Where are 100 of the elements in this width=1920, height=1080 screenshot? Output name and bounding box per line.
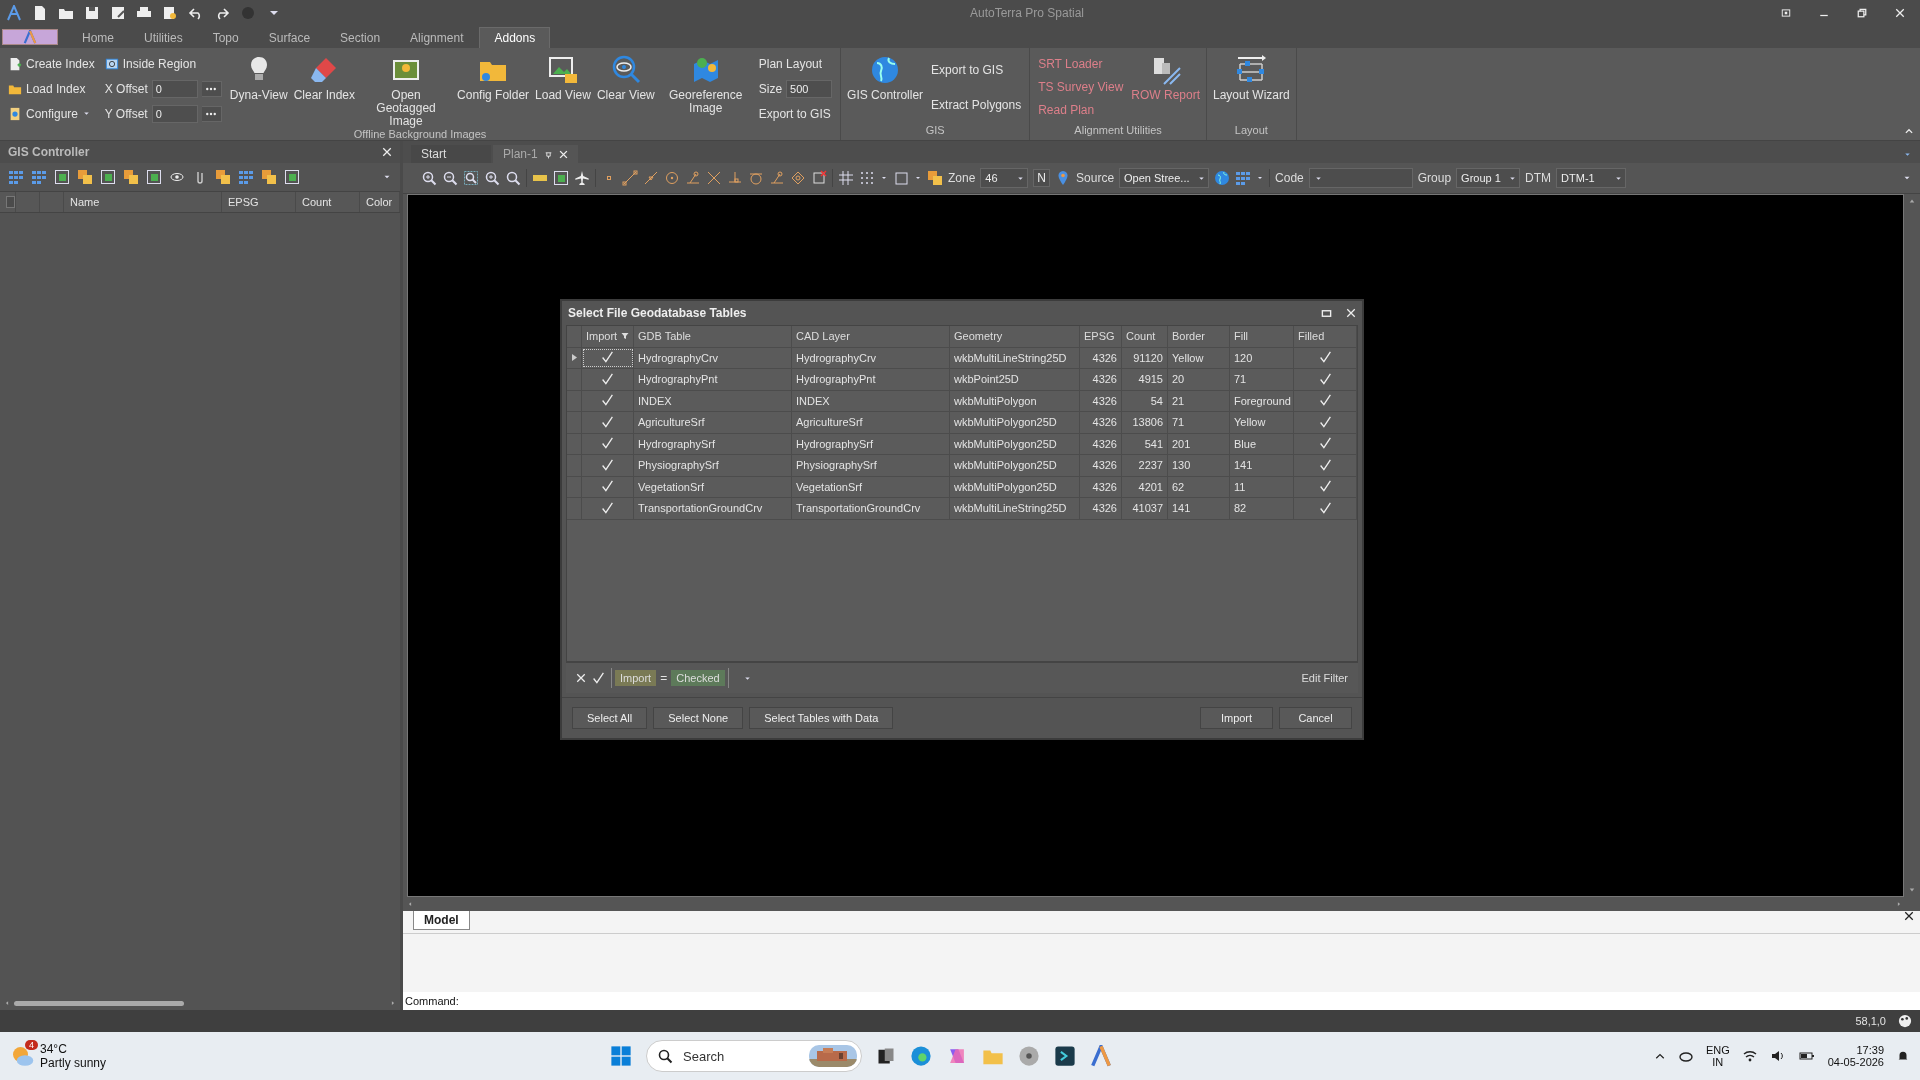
grid-icon[interactable] xyxy=(838,170,854,186)
save-icon[interactable] xyxy=(84,5,100,21)
check-icon[interactable] xyxy=(1318,458,1332,472)
scroll-right-icon[interactable] xyxy=(390,999,396,1007)
search-input[interactable]: Search xyxy=(681,1047,801,1065)
snap-center-icon[interactable] xyxy=(664,170,680,186)
ribbon-button[interactable]: Plan Layout xyxy=(758,55,833,74)
column-header[interactable]: Geometry xyxy=(950,326,1080,347)
caret-icon[interactable] xyxy=(1256,174,1265,182)
print-preview-icon[interactable] xyxy=(162,5,178,21)
language-indicator[interactable]: ENG xyxy=(1705,1044,1730,1056)
frame-icon[interactable] xyxy=(893,170,909,186)
grid-icon[interactable] xyxy=(1235,170,1252,186)
pin-icon[interactable] xyxy=(543,149,553,159)
snap-perpendicular-icon[interactable] xyxy=(727,170,743,186)
ribbon-button[interactable]: Georeference Image xyxy=(660,50,751,128)
header-checkbox[interactable] xyxy=(6,196,15,208)
layers-icon[interactable] xyxy=(215,169,231,185)
check-icon[interactable] xyxy=(1318,437,1332,451)
check-icon[interactable] xyxy=(1318,372,1332,386)
ribbon-button[interactable]: Inside Region xyxy=(104,55,222,74)
disk-icon[interactable] xyxy=(1018,1045,1040,1067)
volume-icon[interactable] xyxy=(1769,1048,1786,1064)
dropdown[interactable]: DTM-1 xyxy=(1556,168,1627,188)
snap-line-icon[interactable] xyxy=(685,170,701,186)
check-icon[interactable] xyxy=(601,394,614,408)
ribbon-button[interactable]: Extract Polygons xyxy=(931,95,1022,114)
shapes-icon[interactable] xyxy=(238,169,254,185)
image-frame-icon[interactable] xyxy=(553,170,569,186)
scroll-down-icon[interactable] xyxy=(1908,887,1916,893)
column-header[interactable]: EPSG xyxy=(222,192,296,212)
more-button[interactable] xyxy=(201,81,222,97)
ribbon-button[interactable]: Open Geotagged Image xyxy=(361,50,452,128)
snap-quadrant-icon[interactable] xyxy=(790,170,806,186)
scroll-left-icon[interactable] xyxy=(4,999,10,1007)
edit-filter-link[interactable]: Edit Filter xyxy=(1301,672,1348,684)
dropdown[interactable]: Group 1 xyxy=(1456,168,1521,188)
check-icon[interactable] xyxy=(601,501,614,515)
north-button[interactable]: N xyxy=(1033,169,1051,187)
ribbon-tab[interactable]: Home xyxy=(68,28,128,48)
check-icon[interactable] xyxy=(601,372,614,386)
check-icon[interactable] xyxy=(1318,415,1332,429)
document-tab[interactable]: Start xyxy=(411,145,491,163)
frame-icon[interactable] xyxy=(146,169,162,185)
search-field[interactable]: Search xyxy=(646,1040,862,1072)
dialog-button[interactable]: Import xyxy=(1200,707,1273,729)
app-logo-icon[interactable] xyxy=(6,5,22,21)
check-icon[interactable] xyxy=(1318,351,1332,365)
app-logo-icon[interactable] xyxy=(1090,1045,1112,1067)
airplane-icon[interactable] xyxy=(574,170,590,186)
scroll-left-icon[interactable] xyxy=(407,900,413,908)
snap-intersection-icon[interactable] xyxy=(706,170,722,186)
dropdown[interactable]: Open Stree... xyxy=(1119,168,1210,188)
filter-icon[interactable] xyxy=(621,332,630,341)
palette-icon[interactable] xyxy=(1898,1014,1912,1028)
clear-filter-icon[interactable] xyxy=(576,673,586,683)
dot-grid-icon[interactable] xyxy=(859,170,875,186)
ribbon-button[interactable]: Clear View xyxy=(596,50,655,128)
column-header[interactable]: Count xyxy=(296,192,360,212)
collapse-icon[interactable] xyxy=(1904,126,1914,136)
ribbon-button[interactable]: Load Index xyxy=(8,80,95,98)
caret-icon[interactable] xyxy=(914,174,922,182)
region-indicator[interactable]: IN xyxy=(1712,1056,1724,1068)
column-header[interactable]: Fill xyxy=(1230,326,1294,347)
ribbon-button[interactable]: Clear Index xyxy=(293,50,356,128)
terminal-icon[interactable] xyxy=(1054,1045,1076,1067)
scrollbar-thumb[interactable] xyxy=(14,1000,184,1006)
snap-node-icon[interactable] xyxy=(769,170,785,186)
grid-remove-icon[interactable] xyxy=(31,169,47,185)
grid-add-icon[interactable] xyxy=(8,169,24,185)
clock-date[interactable]: 04-05-2026 xyxy=(1827,1056,1884,1068)
dialog-button[interactable]: Select Tables with Data xyxy=(749,707,894,729)
wifi-icon[interactable] xyxy=(1741,1048,1758,1064)
notification-icon[interactable] xyxy=(1896,1049,1910,1063)
document-tab[interactable]: Plan-1 xyxy=(493,145,578,163)
shapes-icon[interactable] xyxy=(284,169,300,185)
layers-icon[interactable] xyxy=(123,169,139,185)
zoom-out-icon[interactable] xyxy=(442,170,458,186)
ribbon-button[interactable]: Configure xyxy=(8,104,95,123)
scroll-up-icon[interactable] xyxy=(1908,198,1916,204)
column-header[interactable]: EPSG xyxy=(1080,326,1122,347)
scroll-right-icon[interactable] xyxy=(1896,900,1902,908)
ribbon-button[interactable]: Export to GIS xyxy=(758,104,833,123)
snap-endpoint-icon[interactable] xyxy=(622,170,638,186)
zoom-window-icon[interactable] xyxy=(463,170,479,186)
ribbon-tab[interactable]: Section xyxy=(326,28,395,48)
ribbon-button[interactable]: Config Folder xyxy=(457,50,530,128)
ribbon-tab[interactable]: Addons xyxy=(479,27,551,48)
weather-icon[interactable] xyxy=(10,1044,34,1068)
browser-icon[interactable] xyxy=(910,1045,932,1067)
column-header[interactable]: Border xyxy=(1168,326,1230,347)
check-icon[interactable] xyxy=(601,437,614,451)
ribbon-tab[interactable]: Alignment xyxy=(396,28,478,48)
column-header[interactable]: Filled xyxy=(1294,326,1357,347)
snap-off-icon[interactable] xyxy=(811,170,827,186)
column-header[interactable]: GDB Table xyxy=(634,326,792,347)
caret-icon[interactable] xyxy=(880,174,888,182)
close-icon[interactable] xyxy=(1904,911,1914,921)
check-icon[interactable] xyxy=(1318,480,1332,494)
dialog-button[interactable]: Select All xyxy=(572,707,648,729)
